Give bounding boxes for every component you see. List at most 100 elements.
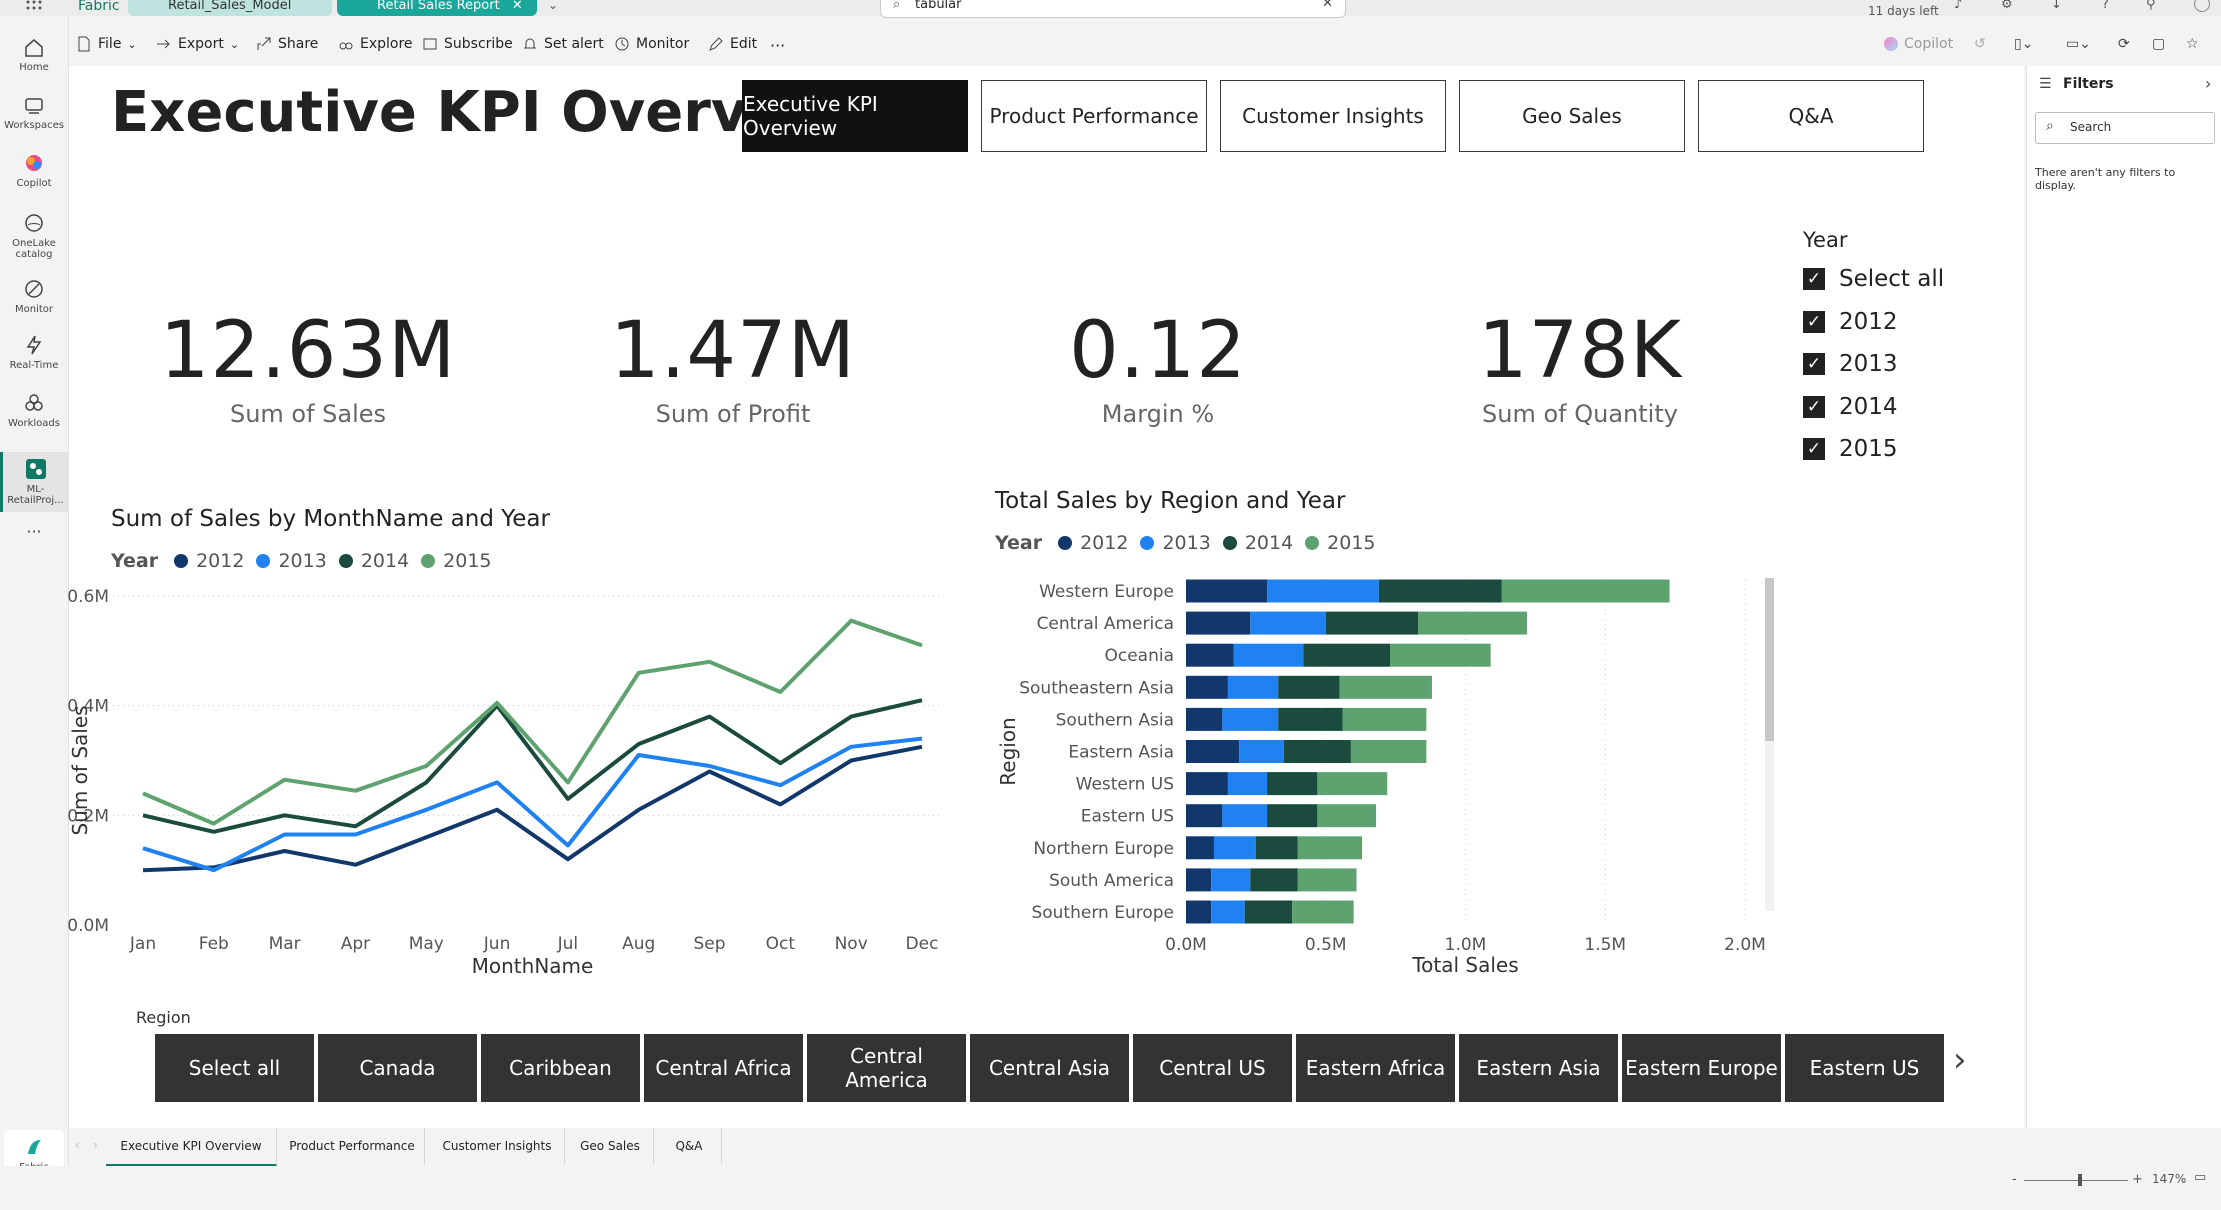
region-option[interactable]: Central Asia (970, 1034, 1129, 1102)
favorite-icon[interactable]: ☆ (2186, 36, 2199, 52)
line-series-2013[interactable] (142, 736, 923, 873)
bar-segment-2014[interactable] (1378, 579, 1502, 603)
region-option[interactable]: Eastern US (1785, 1034, 1944, 1102)
export-menu-button[interactable]: Export ⌄ (156, 36, 239, 52)
bar-segment-2013[interactable] (1233, 643, 1304, 667)
chevron-down-icon[interactable]: ⌄ (548, 0, 558, 12)
bar-segment-2014[interactable] (1255, 836, 1298, 860)
bar-segment-2012[interactable] (1186, 707, 1223, 731)
bar-segment-2013[interactable] (1239, 740, 1284, 763)
scroll-left-icon[interactable]: ‹ (75, 1138, 80, 1152)
bar-segment-2014[interactable] (1303, 643, 1391, 667)
bar-segment-2012[interactable] (1186, 740, 1240, 763)
bar-segment-2012[interactable] (1186, 772, 1228, 796)
region-option[interactable]: Select all (155, 1034, 314, 1102)
checkbox-checked-icon[interactable]: ✓ (1803, 395, 1825, 418)
collapse-pane-icon[interactable]: › (2205, 74, 2211, 93)
rail-item-home[interactable]: Home (0, 36, 68, 73)
bar-segment-2014[interactable] (1283, 740, 1351, 763)
region-option[interactable]: Eastern Africa (1296, 1034, 1455, 1102)
rail-item-onelake[interactable]: OneLake catalog (0, 212, 68, 260)
bar-segment-2012[interactable] (1186, 868, 1212, 892)
zoom-slider[interactable] (2024, 1180, 2128, 1181)
explore-button[interactable]: Explore (338, 36, 413, 52)
legend-item[interactable]: 2014 (361, 550, 409, 572)
line-series-2015[interactable] (142, 618, 923, 826)
nav-button-customer-insights[interactable]: Customer Insights (1220, 80, 1446, 152)
year-option[interactable]: ✓ 2014 (1803, 394, 1898, 420)
legend-item[interactable]: 2012 (1080, 532, 1128, 554)
bar-chart[interactable]: 0.0M 0.5M 1.0M 1.5M 2.0M Total Sales Region Wes… (979, 556, 1859, 1046)
bar-segment-2012[interactable] (1186, 579, 1268, 603)
region-option[interactable]: Central US (1133, 1034, 1292, 1102)
region-option[interactable]: Central Africa (644, 1034, 803, 1102)
region-option[interactable]: Eastern Asia (1459, 1034, 1618, 1102)
checkbox-checked-icon[interactable]: ✓ (1803, 268, 1825, 290)
legend-item[interactable]: 2013 (278, 550, 326, 572)
page-tab[interactable]: Executive KPI Overview (106, 1128, 277, 1167)
year-option[interactable]: ✓ Select all (1803, 266, 1944, 292)
rail-item-workloads[interactable]: Workloads (0, 392, 68, 429)
region-option[interactable]: Eastern Europe (1622, 1034, 1781, 1102)
bar-segment-2014[interactable] (1267, 804, 1318, 828)
bar-segment-2013[interactable] (1213, 836, 1256, 860)
bar-segment-2012[interactable] (1186, 836, 1214, 860)
view-icon[interactable]: ▭⌄ (2066, 36, 2091, 52)
rail-item-monitor[interactable]: Monitor (0, 278, 68, 315)
global-search-input[interactable]: ⌕ tabular ✕ (880, 0, 1346, 18)
region-option[interactable]: Canada (318, 1034, 477, 1102)
refresh-icon[interactable]: ⟳ (2118, 36, 2130, 52)
page-tab[interactable]: Q&A (657, 1128, 722, 1164)
bar-segment-2015[interactable] (1350, 740, 1427, 763)
legend-item[interactable]: 2015 (443, 550, 491, 572)
checkbox-checked-icon[interactable]: ✓ (1803, 353, 1825, 375)
settings-icon[interactable]: ⚙ (2001, 0, 2013, 12)
rail-item-realtime[interactable]: Real-Time (0, 334, 68, 371)
download-icon[interactable]: ↓ (2051, 0, 2062, 12)
bar-segment-2013[interactable] (1211, 868, 1251, 892)
bar-segment-2012[interactable] (1186, 900, 1212, 924)
clear-search-icon[interactable]: ✕ (1322, 0, 1333, 10)
nav-button-geo-sales[interactable]: Geo Sales (1459, 80, 1685, 152)
zoom-in-button[interactable]: + (2132, 1172, 2143, 1187)
bar-segment-2014[interactable] (1267, 772, 1318, 796)
subscribe-button[interactable]: Subscribe (422, 36, 513, 52)
bar-segment-2015[interactable] (1339, 675, 1432, 699)
rail-item-copilot[interactable]: Copilot (0, 152, 68, 189)
region-option[interactable]: Central America (807, 1034, 966, 1102)
bar-segment-2013[interactable] (1211, 900, 1245, 924)
line-series-2012[interactable] (142, 744, 923, 873)
bar-segment-2012[interactable] (1186, 804, 1223, 828)
bar-segment-2014[interactable] (1278, 675, 1340, 699)
nav-button-q-a[interactable]: Q&A (1698, 80, 1924, 152)
page-tab[interactable]: Product Performance (280, 1128, 425, 1164)
filters-search-input[interactable]: ⌕ Search (2035, 112, 2215, 144)
edit-button[interactable]: Edit (708, 36, 757, 52)
page-tab[interactable]: Customer Insights (430, 1128, 565, 1164)
rail-more-button[interactable]: ··· (0, 522, 68, 541)
bar-segment-2012[interactable] (1186, 643, 1234, 667)
legend-item[interactable]: 2012 (196, 550, 244, 572)
legend-item[interactable]: 2013 (1162, 532, 1210, 554)
bar-segment-2015[interactable] (1317, 804, 1377, 828)
comment-icon[interactable]: ▢ (2152, 36, 2165, 52)
year-option[interactable]: ✓ 2013 (1803, 351, 1898, 377)
monitor-button[interactable]: Monitor (614, 36, 689, 52)
legend-item[interactable]: 2014 (1245, 532, 1293, 554)
bar-segment-2013[interactable] (1222, 804, 1268, 828)
bar-segment-2012[interactable] (1186, 611, 1251, 635)
bar-segment-2013[interactable] (1250, 611, 1326, 635)
bar-segment-2015[interactable] (1292, 900, 1354, 924)
bar-segment-2013[interactable] (1227, 675, 1279, 699)
bookmark-icon[interactable]: ▯⌄ (2014, 36, 2033, 52)
bar-segment-2013[interactable] (1267, 579, 1379, 603)
copilot-button[interactable]: Copilot (1884, 36, 1953, 52)
bar-segment-2015[interactable] (1390, 643, 1491, 667)
bar-segment-2012[interactable] (1186, 675, 1228, 699)
year-option[interactable]: ✓ 2015 (1803, 436, 1898, 462)
checkbox-checked-icon[interactable]: ✓ (1803, 310, 1825, 333)
year-option[interactable]: ✓ 2012 (1803, 309, 1898, 335)
fit-to-page-icon[interactable]: ▭ (2194, 1170, 2206, 1185)
bar-segment-2014[interactable] (1250, 868, 1298, 892)
reset-icon[interactable]: ↺ (1974, 36, 1986, 52)
